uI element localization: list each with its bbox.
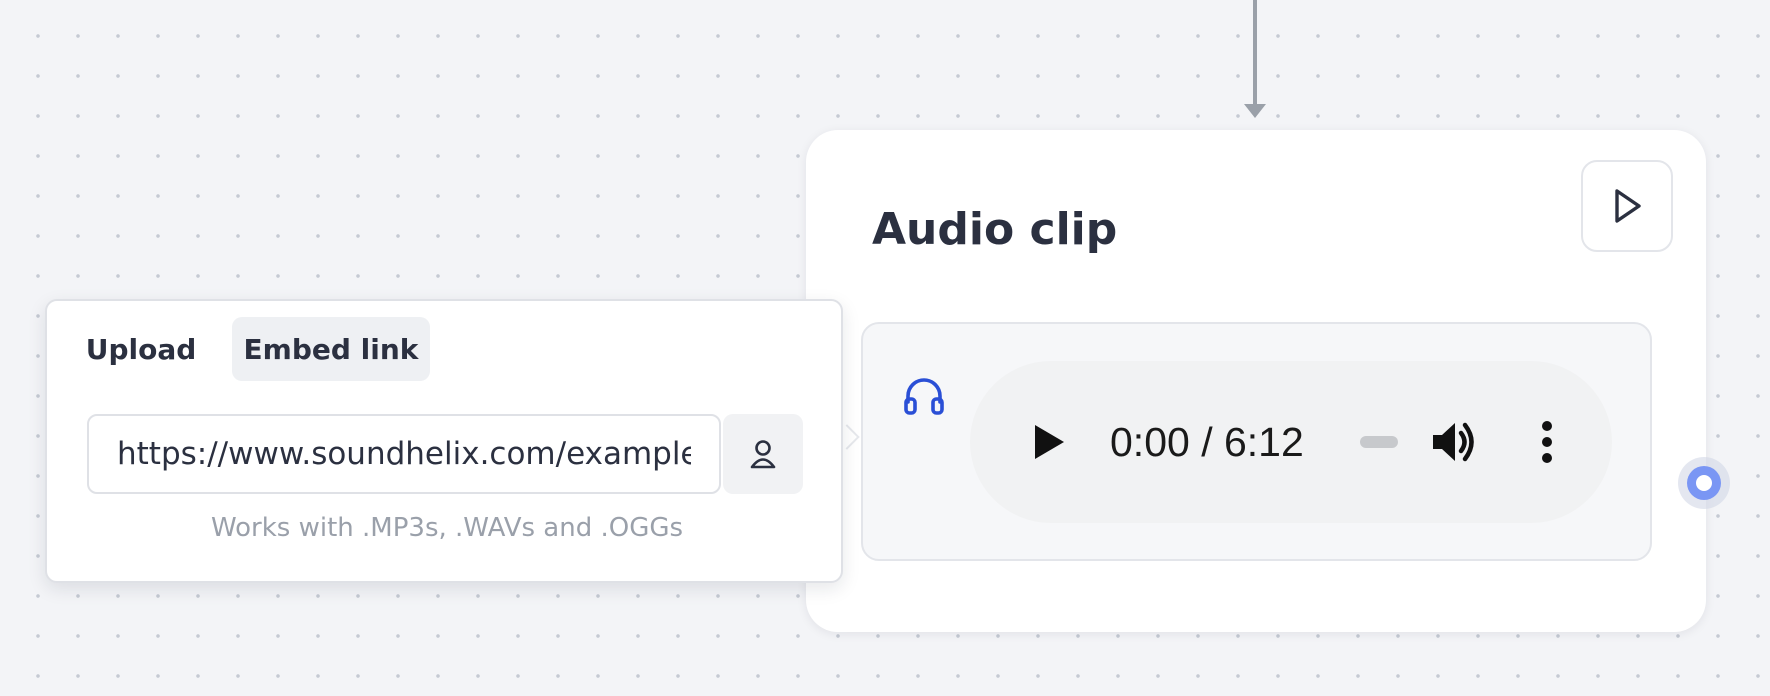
- edge-arrow-head: [1244, 104, 1266, 118]
- play-icon[interactable]: [1028, 422, 1068, 462]
- audio-node-card[interactable]: Audio clip 0:00 / 6:12: [806, 130, 1706, 632]
- headphones-icon: [904, 378, 944, 415]
- run-node-button[interactable]: [1581, 160, 1673, 252]
- tab-embed-link[interactable]: Embed link: [232, 317, 430, 381]
- variable-picker-button[interactable]: [723, 414, 803, 494]
- audio-player[interactable]: 0:00 / 6:12: [970, 361, 1612, 523]
- player-time-label: 0:00 / 6:12: [1110, 419, 1304, 465]
- output-handle-dot: [1687, 466, 1721, 500]
- embed-url-input[interactable]: [87, 414, 721, 494]
- tab-upload[interactable]: Upload: [71, 317, 211, 381]
- audio-source-popover: Upload Embed link Works with .MP3s, .WAV…: [45, 299, 843, 583]
- audio-block: 0:00 / 6:12: [861, 322, 1652, 561]
- player-progress-bar[interactable]: [1360, 436, 1398, 448]
- more-vertical-icon[interactable]: [1536, 419, 1558, 465]
- user-icon: [750, 440, 776, 469]
- node-title: Audio clip: [872, 204, 1118, 255]
- volume-icon[interactable]: [1430, 419, 1480, 465]
- helper-text: Works with .MP3s, .WAVs and .OGGs: [210, 513, 684, 543]
- edge-connector: [1253, 0, 1257, 106]
- play-outline-icon: [1615, 189, 1641, 223]
- output-handle[interactable]: [1678, 457, 1730, 509]
